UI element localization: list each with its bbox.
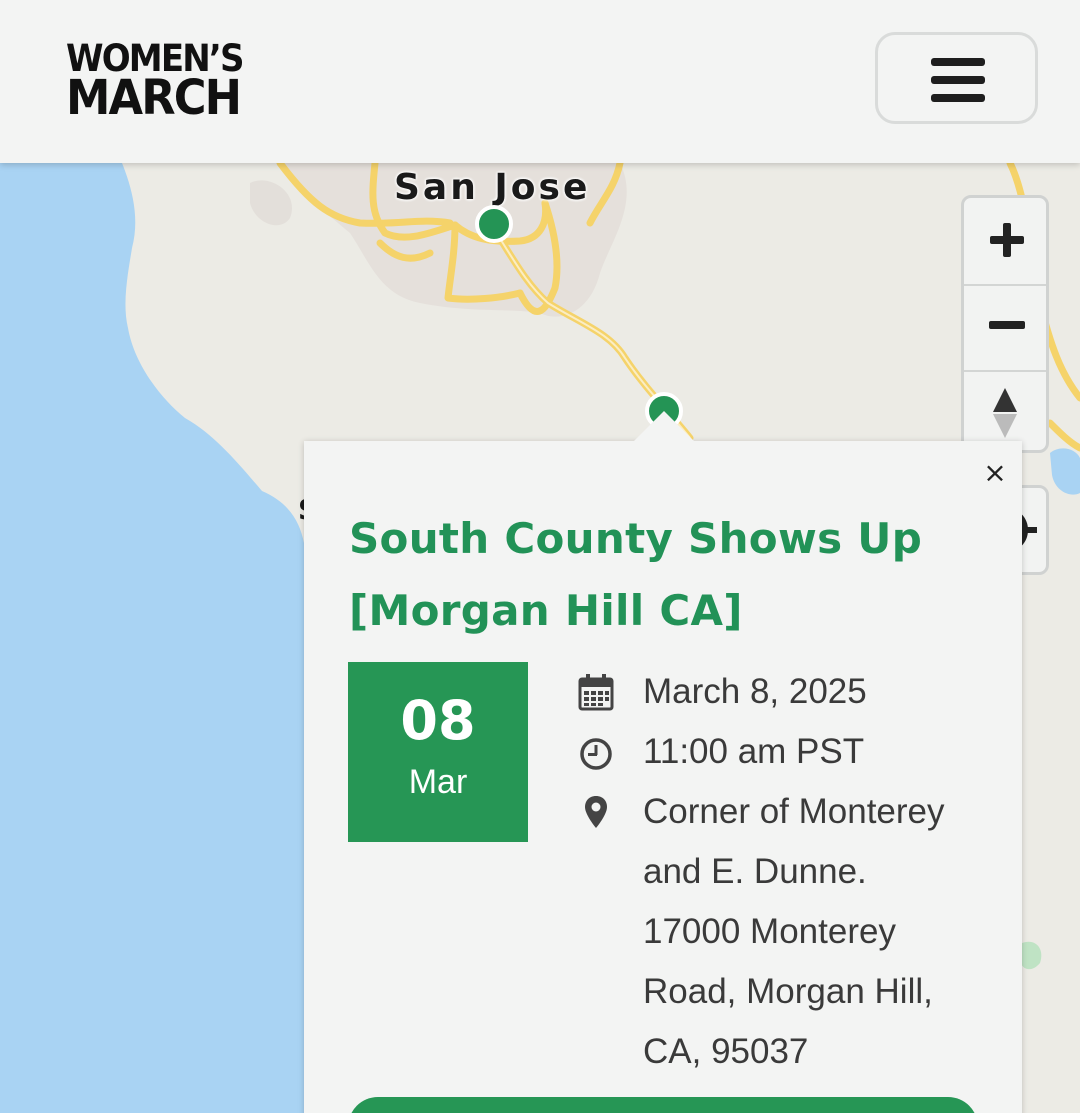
site-header: WOMEN’S MARCH [0, 0, 1080, 163]
event-date-text: March 8, 2025 [643, 672, 867, 711]
page: WOMEN’S MARCH San Jose × South County Sh… [0, 0, 1080, 1113]
event-location-line: CA, 95037 [643, 1032, 809, 1071]
map-navigation-control [961, 195, 1049, 453]
event-location-line: and E. Dunne. [643, 852, 867, 891]
event-date-badge: 08 Mar [348, 662, 528, 842]
menu-button[interactable] [875, 32, 1038, 124]
hamburger-menu-icon [931, 58, 985, 102]
plus-icon [990, 223, 1024, 257]
event-time-row: 11:00 am PST [574, 722, 994, 782]
event-location-line: Road, Morgan Hill, [643, 972, 933, 1011]
event-marker[interactable] [475, 205, 513, 243]
date-day: 08 [400, 689, 476, 752]
event-popup: South County Shows Up [Morgan Hill CA] 0… [304, 441, 1022, 1113]
map-pin-icon [585, 796, 607, 828]
date-month: Mar [408, 763, 468, 801]
zoom-in-button[interactable] [964, 198, 1046, 282]
zoom-out-button[interactable] [964, 286, 1046, 370]
event-title[interactable]: South County Shows Up [Morgan Hill CA] [349, 503, 989, 647]
popup-tip [634, 411, 694, 441]
event-location-line: 17000 Monterey [643, 912, 896, 951]
close-icon[interactable]: × [983, 458, 1007, 488]
calendar-icon [578, 674, 614, 711]
city-label-san-jose: San Jose [394, 167, 591, 208]
minus-icon [989, 321, 1025, 329]
clock-icon [580, 738, 612, 770]
event-location-line: Corner of Monterey [643, 792, 945, 831]
event-action-button[interactable] [348, 1097, 978, 1113]
event-location-row: Corner of Monterey and E. Dunne. 17000 M… [574, 782, 994, 1082]
event-date-row: March 8, 2025 [574, 662, 994, 722]
logo-line-2: MARCH [66, 70, 242, 126]
womens-march-logo[interactable]: WOMEN’S MARCH [66, 40, 266, 122]
event-time-text: 11:00 am PST [643, 732, 865, 771]
